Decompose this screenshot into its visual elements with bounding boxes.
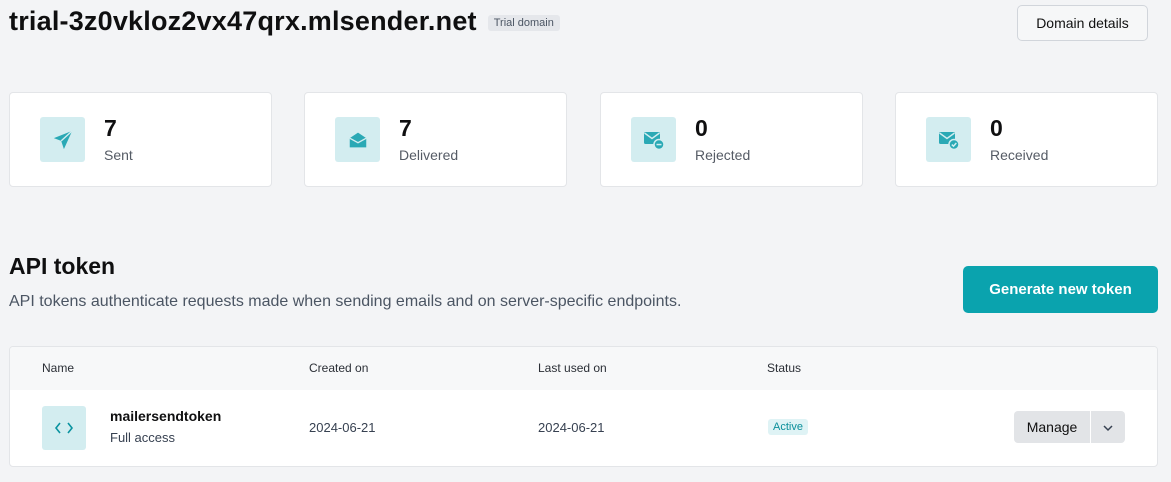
stat-label: Delivered [399,147,459,163]
stat-value: 7 [399,115,412,141]
token-created-date: 2024-06-21 [309,420,376,435]
token-last-used-date: 2024-06-21 [538,420,605,435]
stat-card-delivered: 7 Delivered [304,92,567,187]
stat-card-received: 0 Received [895,92,1158,187]
stat-card-rejected: 0 Rejected [600,92,863,187]
column-header-created: Created on [309,361,369,375]
stat-label: Rejected [695,147,751,163]
generate-token-button[interactable]: Generate new token [963,266,1158,313]
table-header: Name Created on Last used on Status [10,347,1157,390]
status-badge: Active [768,419,808,435]
domain-details-button[interactable]: Domain details [1017,5,1148,41]
mail-received-icon [926,117,971,162]
column-header-name: Name [42,361,75,375]
token-access: Full access [110,430,176,445]
column-header-last-used: Last used on [538,361,607,375]
page-title: trial-3z0vkloz2vx47qrx.mlsender.net [9,6,477,36]
page-header: trial-3z0vkloz2vx47qrx.mlsender.net Tria… [9,6,560,37]
section-description: API tokens authenticate requests made wh… [9,293,682,310]
stat-value: 0 [695,115,708,141]
column-header-status: Status [767,361,802,375]
stat-card-sent: 7 Sent [9,92,272,187]
code-icon [42,406,86,450]
paper-plane-icon [40,117,85,162]
manage-button[interactable]: Manage [1014,411,1090,443]
trial-domain-badge: Trial domain [487,15,560,31]
stat-value: 7 [104,115,117,141]
mail-rejected-icon [631,117,676,162]
chevron-down-icon [1102,420,1114,435]
table-row: mailersendtoken Full access 2024-06-21 2… [10,390,1157,466]
stat-value: 0 [990,115,1003,141]
manage-dropdown-button[interactable] [1091,411,1125,443]
stat-label: Sent [104,147,133,163]
token-table: Name Created on Last used on Status mail… [9,346,1158,467]
section-title: API token [9,253,116,279]
token-name: mailersendtoken [110,408,222,424]
open-envelope-icon [335,117,380,162]
stat-label: Received [990,147,1049,163]
